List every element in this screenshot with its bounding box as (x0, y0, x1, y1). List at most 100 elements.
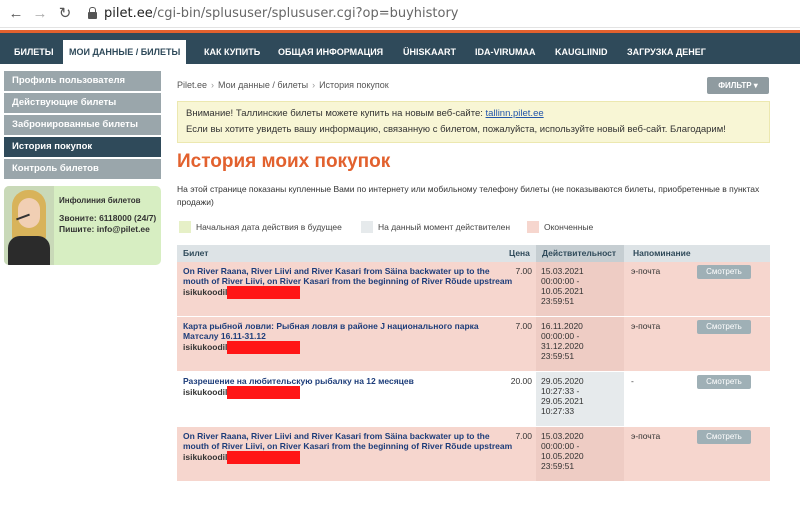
price-cell: 7.00 (515, 266, 532, 276)
valid-from-date: 29.05.2020 (541, 376, 584, 386)
valid-to-date: 29.05.2021 (541, 396, 584, 406)
status-legend: Начальная дата действия в будущее На дан… (177, 221, 777, 235)
valid-from-time: 10:27:33 - (541, 386, 580, 396)
browser-toolbar: ← → ↻ pilet.ee/cgi-bin/splususer/splusus… (0, 0, 800, 28)
valid-from-date: 16.11.2020 (541, 321, 583, 331)
valid-to-time: 10:27:33 (541, 406, 575, 416)
reminder-cell: э-почта (631, 431, 661, 441)
validity-cell: 15.03.2021 00:00:00 -10.05.2021 23:59:51 (541, 266, 621, 306)
ticket-title[interactable]: On River Raana, River Liivi and River Ka… (183, 266, 512, 286)
back-arrow-icon[interactable]: ← (6, 4, 26, 24)
sidebar-item-purchase-history[interactable]: История покупок (4, 137, 161, 157)
table-header: Билет Цена Действительност Напоминание (177, 245, 770, 262)
ticket-cell: Разрешение на любительскую рыбалку на 12… (183, 376, 513, 399)
nav-how-to-buy[interactable]: КАК КУПИТЬ (204, 40, 260, 64)
legend-swatch-future (179, 221, 191, 233)
legend-label: На данный момент действителен (378, 222, 511, 232)
header-valid: Действительност (536, 245, 624, 262)
info-line-title: Инфолиния билетов (59, 196, 141, 205)
nav-general-info[interactable]: ОБЩАЯ ИНФОРМАЦИЯ (278, 40, 383, 64)
info-line-email: Пишите: info@pilet.ee (59, 224, 150, 234)
url-host: pilet.ee (104, 6, 153, 21)
sidebar: Профиль пользователя Действующие билеты … (4, 71, 161, 181)
redaction-box (227, 286, 301, 299)
ticket-cell: On River Raana, River Liivi and River Ka… (183, 431, 513, 464)
valid-from-time: 00:00:00 - (541, 331, 580, 341)
legend-label: Оконченные (544, 222, 594, 232)
nav-ida-virumaa[interactable]: IDA-VIRUMAA (475, 40, 536, 64)
chevron-down-icon: ▾ (753, 81, 758, 90)
valid-to-date: 10.05.2020 (541, 451, 584, 461)
valid-to-time: 23:59:51 (541, 296, 575, 306)
ticket-title[interactable]: Разрешение на любительскую рыбалку на 12… (183, 376, 414, 386)
nav-uhiskaart[interactable]: ÜHISKAART (403, 40, 456, 64)
redaction-box (227, 451, 301, 464)
photo-body (8, 236, 50, 265)
valid-to-time: 23:59:51 (541, 461, 575, 471)
intro-text: На этой странице показаны купленные Вами… (177, 184, 760, 207)
ticket-id-line: isikukoodil (183, 341, 513, 354)
table-row: On River Raana, River Liivi and River Ka… (177, 262, 770, 317)
valid-from-time: 00:00:00 - (541, 441, 580, 451)
reminder-cell: - (631, 376, 634, 386)
url-path: /cgi-bin/splususer/splususer.cgi?op=buyh… (152, 6, 459, 21)
ticket-id-line: isikukoodil (183, 451, 513, 464)
info-line-phone: Звоните: 6118000 (24/7) (59, 213, 157, 223)
url-text: pilet.ee/cgi-bin/splususer/splususer.cgi… (104, 6, 459, 21)
notice-text: Внимание! Таллинские билеты можете купит… (186, 108, 486, 119)
nav-tickets[interactable]: БИЛЕТЫ (14, 40, 54, 64)
view-button[interactable]: Смотреть (697, 265, 751, 279)
nav-my-data[interactable]: МОИ ДАННЫЕ / БИЛЕТЫ (63, 40, 187, 67)
ticket-id-line: isikukoodil (183, 386, 513, 399)
sidebar-item-reserved-tickets[interactable]: Забронированные билеты (4, 115, 161, 135)
valid-from-date: 15.03.2020 (541, 431, 584, 441)
id-label: isikukoodil (183, 341, 228, 352)
header-price: Цена (509, 248, 530, 258)
ticket-id-line: isikukoodil (183, 286, 513, 299)
notice-line-2: Если вы хотите увидеть вашу информацию, … (186, 124, 726, 135)
id-label: isikukoodil (183, 286, 228, 297)
id-label: isikukoodil (183, 386, 228, 397)
lock-icon (88, 7, 97, 20)
price-cell: 7.00 (515, 321, 532, 331)
sidebar-item-profile[interactable]: Профиль пользователя (4, 71, 161, 91)
support-agent-photo (4, 186, 54, 265)
price-cell: 7.00 (515, 431, 532, 441)
sidebar-item-valid-tickets[interactable]: Действующие билеты (4, 93, 161, 113)
breadcrumb-current: История покупок (319, 80, 389, 90)
header-ticket: Билет (183, 248, 209, 258)
legend-label: Начальная дата действия в будущее (196, 222, 342, 232)
info-line-box: Инфолиния билетов Звоните: 6118000 (24/7… (4, 186, 161, 265)
legend-future: Начальная дата действия в будущее (179, 221, 342, 233)
reminder-cell: э-почта (631, 266, 661, 276)
validity-cell: 15.03.2020 00:00:00 -10.05.2020 23:59:51 (541, 431, 621, 471)
address-bar[interactable]: pilet.ee/cgi-bin/splususer/splususer.cgi… (84, 4, 784, 24)
ticket-title[interactable]: Карта рыбной ловли: Рыбная ловля в район… (183, 321, 479, 341)
price-cell: 20.00 (510, 376, 532, 386)
filter-button[interactable]: ФИЛЬТР ▾ (707, 77, 769, 94)
header-reminder: Напоминание (633, 248, 691, 258)
ticket-title[interactable]: On River Raana, River Liivi and River Ka… (183, 431, 512, 451)
view-button[interactable]: Смотреть (697, 320, 751, 334)
top-navigation: БИЛЕТЫ МОИ ДАННЫЕ / БИЛЕТЫ КАК КУПИТЬ ОБ… (0, 30, 800, 67)
redaction-box (227, 386, 301, 399)
table-row: Разрешение на любительскую рыбалку на 12… (177, 372, 770, 427)
filter-label: ФИЛЬТР (718, 81, 752, 90)
ticket-cell: On River Raana, River Liivi and River Ka… (183, 266, 513, 299)
sidebar-item-ticket-control[interactable]: Контроль билетов (4, 159, 161, 179)
breadcrumb-my-data[interactable]: Мои данные / билеты (218, 80, 308, 90)
reminder-cell: э-почта (631, 321, 661, 331)
valid-to-date: 10.05.2021 (541, 286, 584, 296)
legend-current: На данный момент действителен (361, 221, 510, 233)
breadcrumb-home[interactable]: Pilet.ee (177, 80, 207, 90)
forward-arrow-icon[interactable]: → (30, 4, 50, 24)
redaction-box (227, 341, 301, 354)
view-button[interactable]: Смотреть (697, 430, 751, 444)
valid-to-date: 31.12.2020 (541, 341, 584, 351)
reload-icon[interactable]: ↻ (55, 4, 75, 24)
notice-line-1: Внимание! Таллинские билеты можете купит… (186, 106, 761, 122)
nav-kaugliinid[interactable]: KAUGLIINID (555, 40, 608, 64)
view-button[interactable]: Смотреть (697, 375, 751, 389)
tallinn-site-link[interactable]: tallinn.pilet.ee (486, 108, 544, 119)
nav-load-money[interactable]: ЗАГРУЗКА ДЕНЕГ (627, 40, 706, 64)
